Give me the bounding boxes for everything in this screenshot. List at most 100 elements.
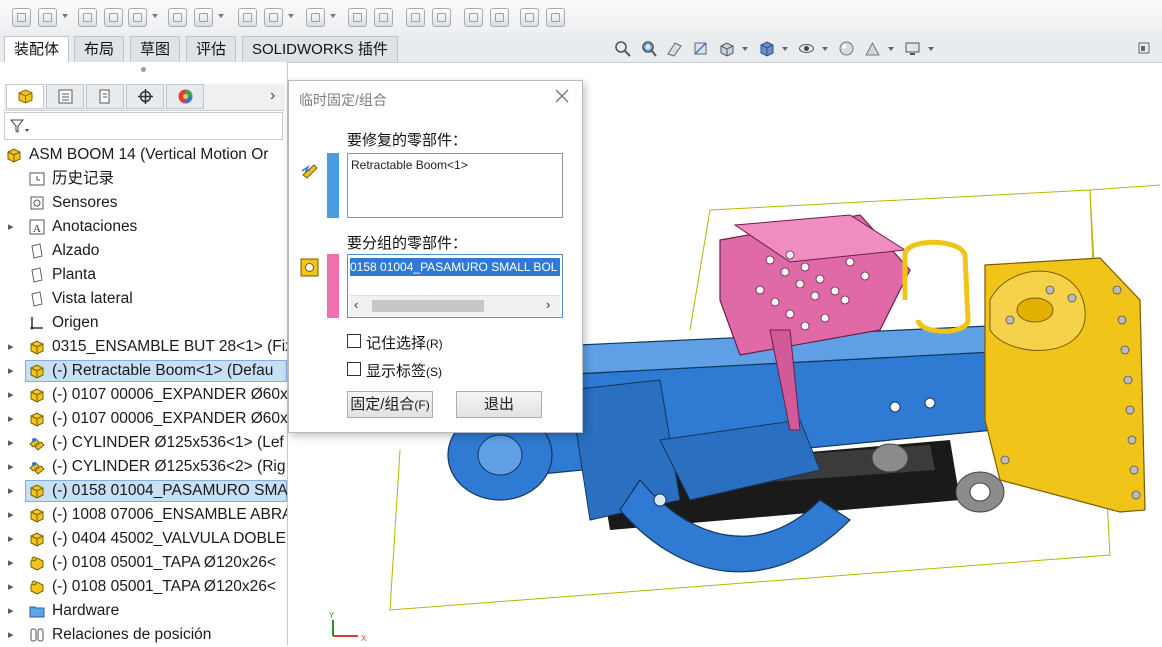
scroll-left-arrow[interactable]: ‹	[354, 297, 358, 312]
expand-arrow-icon[interactable]: ▸	[8, 407, 14, 431]
tab-featuremanager[interactable]	[6, 84, 44, 109]
horizontal-scrollbar[interactable]: ‹ ›	[350, 295, 560, 316]
chevron-down-icon[interactable]	[152, 14, 158, 18]
tree-filter[interactable]	[4, 112, 283, 140]
tab-dimxpert[interactable]	[126, 84, 164, 109]
tree-root-assembly[interactable]: ASM BOOM 14 (Vertical Motion Or	[0, 143, 287, 167]
apply-scene-icon[interactable]	[864, 40, 881, 57]
edit-appearance-icon[interactable]	[838, 40, 855, 57]
chevron-down-icon[interactable]	[822, 47, 828, 51]
tab-configurationmanager[interactable]	[86, 84, 124, 109]
expand-arrow-icon[interactable]: ▸	[8, 503, 14, 527]
chevron-down-icon[interactable]	[928, 47, 934, 51]
smart-mates-icon[interactable]	[12, 8, 31, 27]
tree-item[interactable]: Alzado	[0, 239, 287, 263]
mate-icon[interactable]	[78, 8, 97, 27]
tree-item[interactable]: ▸ (-) 1008 07006_ENSAMBLE ABRA	[0, 503, 287, 527]
component-preview-icon[interactable]	[104, 8, 123, 27]
chevron-down-icon[interactable]	[218, 14, 224, 18]
expand-arrow-icon[interactable]: ▸	[8, 455, 14, 479]
tab-display-manager[interactable]	[166, 84, 204, 109]
tree-item[interactable]: ▸ (-) 0107 00006_EXPANDER Ø60x	[0, 383, 287, 407]
previous-view-icon[interactable]	[666, 40, 683, 57]
tree-item[interactable]: Planta	[0, 263, 287, 287]
tree-item[interactable]: ▸ (-) CYLINDER Ø125x536<2> (Rig	[0, 455, 287, 479]
zoom-to-fit-icon[interactable]	[614, 40, 631, 57]
expand-arrow-icon[interactable]: ▸	[8, 479, 14, 503]
update-speedpak-icon[interactable]	[490, 8, 509, 27]
group-component-item[interactable]: 0158 01004_PASAMURO SMALL BOL	[350, 258, 560, 276]
insert-component-icon[interactable]	[38, 8, 57, 27]
tree-item[interactable]: Sensores	[0, 191, 287, 215]
view-settings-icon[interactable]	[904, 40, 921, 57]
remember-selection-checkbox[interactable]	[347, 334, 361, 348]
expand-arrow-icon[interactable]: ▸	[8, 431, 14, 455]
tree-item[interactable]: ▸ A Anotaciones	[0, 215, 287, 239]
tree-item[interactable]: 历史记录	[0, 167, 287, 191]
expand-arrow-icon[interactable]: ▸	[8, 215, 14, 239]
expand-arrow-icon[interactable]: ▸	[8, 383, 14, 407]
fix-components-list[interactable]: Retractable Boom<1>	[347, 153, 563, 218]
tree-item[interactable]: Vista lateral	[0, 287, 287, 311]
bill-of-materials-icon[interactable]	[374, 8, 393, 27]
instant3d-icon[interactable]	[464, 8, 483, 27]
expand-arrow-icon[interactable]: ▸	[8, 527, 14, 551]
remember-selection-label[interactable]: 记住选择(R)	[366, 332, 443, 353]
tree-item[interactable]: ▸ (-) CYLINDER Ø125x536<1> (Lef	[0, 431, 287, 455]
tree-item[interactable]: ▸ (-) 0108 05001_TAPA Ø120x26<	[0, 551, 287, 575]
expand-arrow-icon[interactable]: ▸	[8, 623, 14, 647]
explode-line-sketch-icon[interactable]	[432, 8, 451, 27]
new-motion-study-icon[interactable]	[348, 8, 367, 27]
tab-solidworks-addins[interactable]: SOLIDWORKS 插件	[242, 36, 398, 62]
reference-geometry-icon[interactable]	[306, 8, 325, 27]
tree-item[interactable]: ▸ (-) 0404 45002_VALVULA DOBLE	[0, 527, 287, 551]
view-orientation-icon[interactable]	[718, 40, 735, 57]
tree-item[interactable]: ▸ Hardware	[0, 599, 287, 623]
display-style-icon[interactable]	[758, 40, 775, 57]
group-components-list[interactable]: 0158 01004_PASAMURO SMALL BOL ‹ ›	[347, 254, 563, 318]
show-tags-label[interactable]: 显示标签(S)	[366, 360, 442, 381]
tree-item[interactable]: ▸ (-) Retractable Boom<1> (Defau	[0, 359, 287, 383]
tab-layout[interactable]: 布局	[74, 36, 125, 62]
expand-arrow-icon[interactable]: ▸	[8, 599, 14, 623]
expand-arrow-icon[interactable]: ▸	[8, 575, 14, 599]
scroll-thumb[interactable]	[372, 300, 484, 312]
close-icon[interactable]	[553, 87, 571, 105]
chevron-right-icon[interactable]: ›	[270, 87, 275, 105]
chevron-down-icon[interactable]	[782, 47, 788, 51]
tree-item[interactable]: ▸ 0315_ENSAMBLE BUT 28<1> (Fix	[0, 335, 287, 359]
assembly-features-icon[interactable]	[264, 8, 283, 27]
show-hidden-icon[interactable]	[238, 8, 257, 27]
chevron-down-icon[interactable]	[330, 14, 336, 18]
panel-grip[interactable]	[141, 67, 146, 72]
large-assembly-mode-icon[interactable]	[546, 8, 565, 27]
expand-arrow-icon[interactable]: ▸	[8, 551, 14, 575]
fix-group-button[interactable]: 固定/组合(F)	[347, 391, 433, 418]
expand-arrow-icon[interactable]: ▸	[8, 335, 14, 359]
tree-item[interactable]: ▸ (-) 0108 05001_TAPA Ø120x26<	[0, 575, 287, 599]
chevron-down-icon[interactable]	[288, 14, 294, 18]
linear-pattern-icon[interactable]	[128, 8, 147, 27]
smart-fasteners-icon[interactable]	[168, 8, 187, 27]
chevron-down-icon[interactable]	[742, 47, 748, 51]
tab-propertymanager[interactable]	[46, 84, 84, 109]
filter-icon[interactable]	[10, 119, 30, 135]
chevron-down-icon[interactable]	[888, 47, 894, 51]
tree-item[interactable]: ▸ Relaciones de posición	[0, 623, 287, 647]
exploded-view-icon[interactable]	[406, 8, 425, 27]
tree-item[interactable]: Origen	[0, 311, 287, 335]
scroll-right-arrow[interactable]: ›	[546, 297, 550, 312]
tab-assembly[interactable]: 装配体	[4, 36, 70, 62]
exit-button[interactable]: 退出	[456, 391, 542, 418]
expand-arrow-icon[interactable]: ▸	[8, 359, 14, 383]
hide-show-items-icon[interactable]	[798, 40, 815, 57]
chevron-down-icon[interactable]	[62, 14, 68, 18]
fix-component-item[interactable]: Retractable Boom<1>	[351, 158, 468, 172]
tab-sketch[interactable]: 草图	[130, 36, 181, 62]
restore-window-icon[interactable]	[1136, 40, 1153, 57]
take-snapshot-icon[interactable]	[520, 8, 539, 27]
move-component-icon[interactable]	[194, 8, 213, 27]
section-view-icon[interactable]	[692, 40, 709, 57]
show-tags-checkbox[interactable]	[347, 362, 361, 376]
tab-evaluate[interactable]: 评估	[186, 36, 237, 62]
